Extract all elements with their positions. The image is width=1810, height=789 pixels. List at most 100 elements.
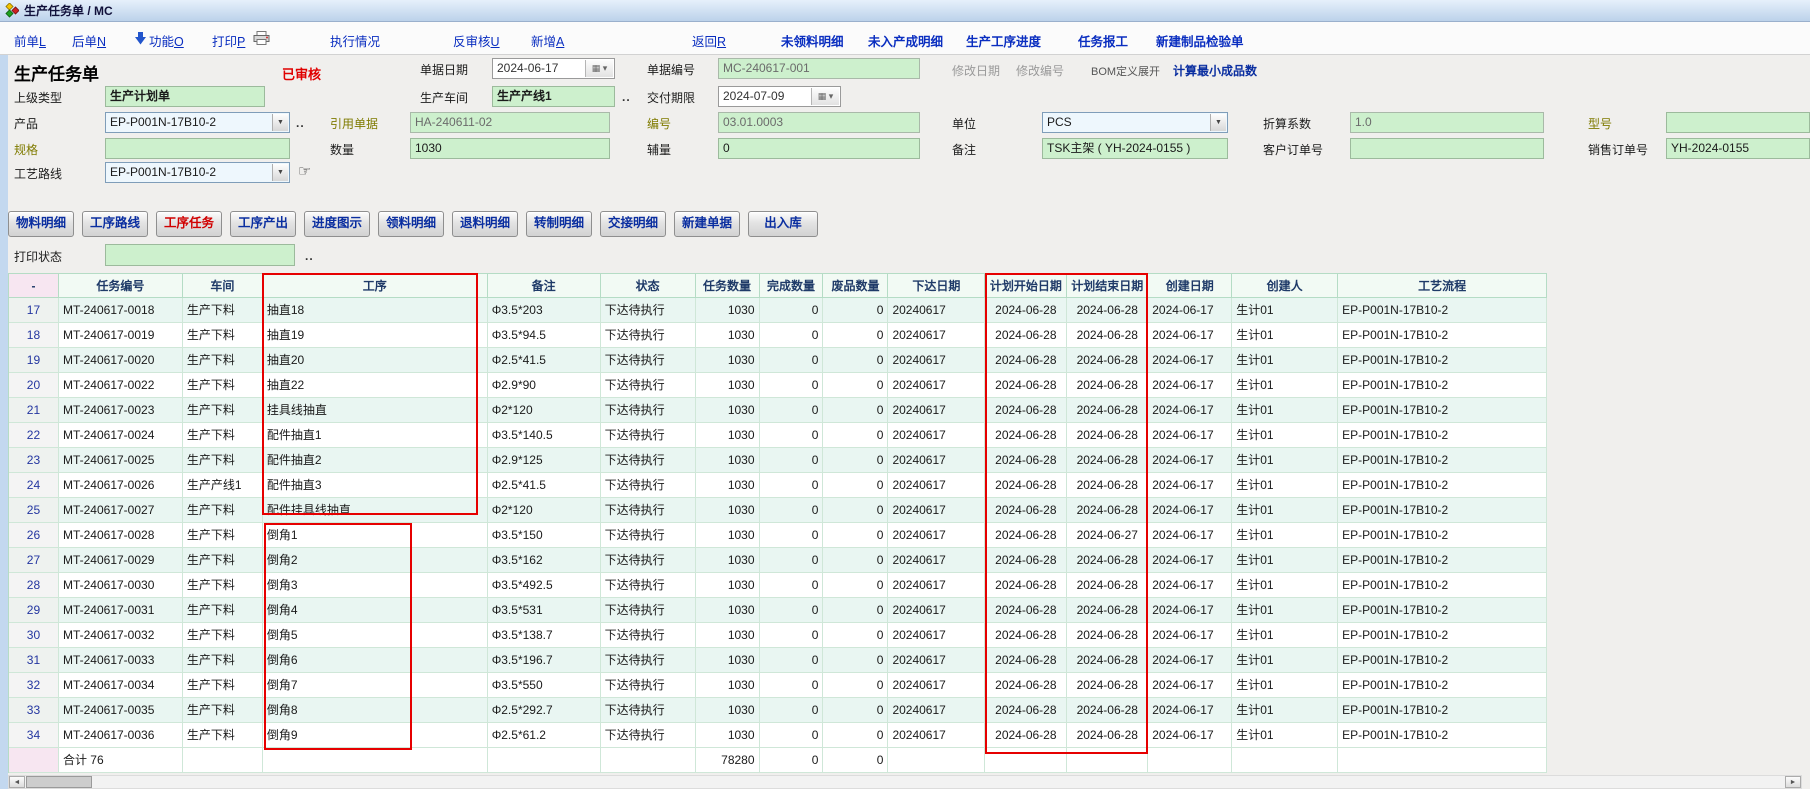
cell-create-date[interactable]: 2024-06-17: [1148, 448, 1232, 473]
cell-plan-end-date[interactable]: 2024-06-28: [1067, 373, 1148, 398]
tab-progress-chart[interactable]: 进度图示: [304, 211, 370, 237]
cell-scrap-qty[interactable]: 0: [823, 373, 888, 398]
cell-plan-start-date[interactable]: 2024-06-28: [985, 473, 1067, 498]
col-header-done-qty[interactable]: 完成数量: [760, 274, 824, 298]
aux-qty-field[interactable]: 0: [718, 138, 920, 159]
cell-row-index[interactable]: 18: [9, 323, 59, 348]
cell-remark[interactable]: Φ3.5*550: [488, 673, 601, 698]
cell-process-route[interactable]: EP-P001N-17B10-2: [1338, 573, 1547, 598]
cell-done-qty[interactable]: 0: [760, 373, 824, 398]
cell-row-index[interactable]: 17: [9, 298, 59, 323]
cell-workshop[interactable]: 生产下料: [183, 598, 263, 623]
scroll-left-arrow[interactable]: ◄: [9, 776, 25, 788]
cell-task-no[interactable]: MT-240617-0018: [59, 298, 183, 323]
cell-task-qty[interactable]: 1030: [696, 348, 760, 373]
tab-issue-detail[interactable]: 领料明细: [378, 211, 444, 237]
cell-task-qty[interactable]: 1030: [696, 548, 760, 573]
col-header-create-date[interactable]: 创建日期: [1148, 274, 1232, 298]
cell-workshop[interactable]: 生产下料: [183, 523, 263, 548]
col-header-workshop[interactable]: 车间: [183, 274, 263, 298]
cell-status[interactable]: 下达待执行: [601, 448, 696, 473]
cell-process[interactable]: 倒角6: [263, 648, 488, 673]
cell-plan-end-date[interactable]: 2024-06-28: [1067, 323, 1148, 348]
cell-remark[interactable]: Φ2.9*125: [488, 448, 601, 473]
cell-scrap-qty[interactable]: 0: [823, 423, 888, 448]
cell-remark[interactable]: Φ3.5*203: [488, 298, 601, 323]
cell-done-qty[interactable]: 0: [760, 398, 824, 423]
cell-create-date[interactable]: 2024-06-17: [1148, 698, 1232, 723]
cell-workshop[interactable]: 生产下料: [183, 373, 263, 398]
cell-row-index[interactable]: 21: [9, 398, 59, 423]
cell-status[interactable]: 下达待执行: [601, 723, 696, 748]
cell-row-index[interactable]: 30: [9, 623, 59, 648]
doc-date-calendar-dropdown-button[interactable]: ▦ ▾: [585, 60, 613, 77]
table-row[interactable]: 30MT-240617-0032生产下料倒角5Φ3.5*138.7下达待执行10…: [9, 623, 1547, 648]
cell-task-no[interactable]: MT-240617-0025: [59, 448, 183, 473]
cell-plan-end-date[interactable]: 2024-06-28: [1067, 498, 1148, 523]
cell-workshop[interactable]: 生产下料: [183, 398, 263, 423]
cell-process[interactable]: 倒角5: [263, 623, 488, 648]
cell-scrap-qty[interactable]: 0: [823, 298, 888, 323]
cell-create-date[interactable]: 2024-06-17: [1148, 398, 1232, 423]
cell-workshop[interactable]: 生产下料: [183, 673, 263, 698]
cell-scrap-qty[interactable]: 0: [823, 698, 888, 723]
cell-create-date[interactable]: 2024-06-17: [1148, 498, 1232, 523]
col-header-process[interactable]: 工序: [263, 274, 488, 298]
cell-task-qty[interactable]: 1030: [696, 323, 760, 348]
toolbar-un-audit[interactable]: 反审核U: [453, 31, 500, 50]
cell-plan-start-date[interactable]: 2024-06-28: [985, 573, 1067, 598]
cell-release-date[interactable]: 20240617: [888, 348, 985, 373]
cell-process[interactable]: 配件抽直3: [263, 473, 488, 498]
toolbar-new-inspection-sheet[interactable]: 新建制品检验单: [1156, 31, 1244, 50]
cell-create-date[interactable]: 2024-06-17: [1148, 523, 1232, 548]
doc-date-field[interactable]: 2024-06-17 ▦ ▾: [492, 58, 615, 79]
toolbar-process-progress[interactable]: 生产工序进度: [966, 31, 1041, 50]
table-row[interactable]: 23MT-240617-0025生产下料配件抽直2Φ2.9*125下达待执行10…: [9, 448, 1547, 473]
col-header-creator[interactable]: 创建人: [1232, 274, 1338, 298]
cell-remark[interactable]: Φ2.5*292.7: [488, 698, 601, 723]
cell-task-no[interactable]: MT-240617-0027: [59, 498, 183, 523]
cell-remark[interactable]: Φ2.5*41.5: [488, 473, 601, 498]
cell-plan-end-date[interactable]: 2024-06-28: [1067, 448, 1148, 473]
cell-creator[interactable]: 生计01: [1232, 348, 1338, 373]
cell-done-qty[interactable]: 0: [760, 473, 824, 498]
product-dropdown-arrow[interactable]: ▼: [272, 114, 288, 131]
cell-release-date[interactable]: 20240617: [888, 373, 985, 398]
cell-task-qty[interactable]: 1030: [696, 523, 760, 548]
cell-plan-start-date[interactable]: 2024-06-28: [985, 648, 1067, 673]
cell-process[interactable]: 倒角1: [263, 523, 488, 548]
cell-process[interactable]: 抽直20: [263, 348, 488, 373]
cell-task-no[interactable]: MT-240617-0030: [59, 573, 183, 598]
cell-creator[interactable]: 生计01: [1232, 373, 1338, 398]
cell-status[interactable]: 下达待执行: [601, 473, 696, 498]
scroll-right-arrow[interactable]: ►: [1785, 776, 1801, 788]
col-header-task-no[interactable]: 任务编号: [59, 274, 183, 298]
print-status-field[interactable]: [105, 244, 295, 266]
table-row[interactable]: 18MT-240617-0019生产下料抽直19Φ3.5*94.5下达待执行10…: [9, 323, 1547, 348]
product-lookup-button[interactable]: ..: [296, 116, 305, 130]
cell-process-route[interactable]: EP-P001N-17B10-2: [1338, 523, 1547, 548]
cell-process-route[interactable]: EP-P001N-17B10-2: [1338, 548, 1547, 573]
cell-creator[interactable]: 生计01: [1232, 423, 1338, 448]
cell-task-no[interactable]: MT-240617-0019: [59, 323, 183, 348]
cell-done-qty[interactable]: 0: [760, 548, 824, 573]
cell-creator[interactable]: 生计01: [1232, 473, 1338, 498]
cell-create-date[interactable]: 2024-06-17: [1148, 323, 1232, 348]
cell-task-qty[interactable]: 1030: [696, 723, 760, 748]
cell-workshop[interactable]: 生产产线1: [183, 473, 263, 498]
cell-release-date[interactable]: 20240617: [888, 398, 985, 423]
cell-workshop[interactable]: 生产下料: [183, 298, 263, 323]
cell-process[interactable]: 挂具线抽直: [263, 398, 488, 423]
cell-remark[interactable]: Φ2*120: [488, 498, 601, 523]
cell-row-index[interactable]: 19: [9, 348, 59, 373]
cell-task-qty[interactable]: 1030: [696, 498, 760, 523]
cell-row-index[interactable]: 23: [9, 448, 59, 473]
cell-scrap-qty[interactable]: 0: [823, 573, 888, 598]
cell-workshop[interactable]: 生产下料: [183, 423, 263, 448]
cell-plan-start-date[interactable]: 2024-06-28: [985, 548, 1067, 573]
cell-task-no[interactable]: MT-240617-0020: [59, 348, 183, 373]
cell-task-no[interactable]: MT-240617-0033: [59, 648, 183, 673]
deadline-calendar-dropdown-button[interactable]: ▦ ▾: [811, 88, 839, 105]
col-header-task-qty[interactable]: 任务数量: [696, 274, 760, 298]
cell-process-route[interactable]: EP-P001N-17B10-2: [1338, 698, 1547, 723]
